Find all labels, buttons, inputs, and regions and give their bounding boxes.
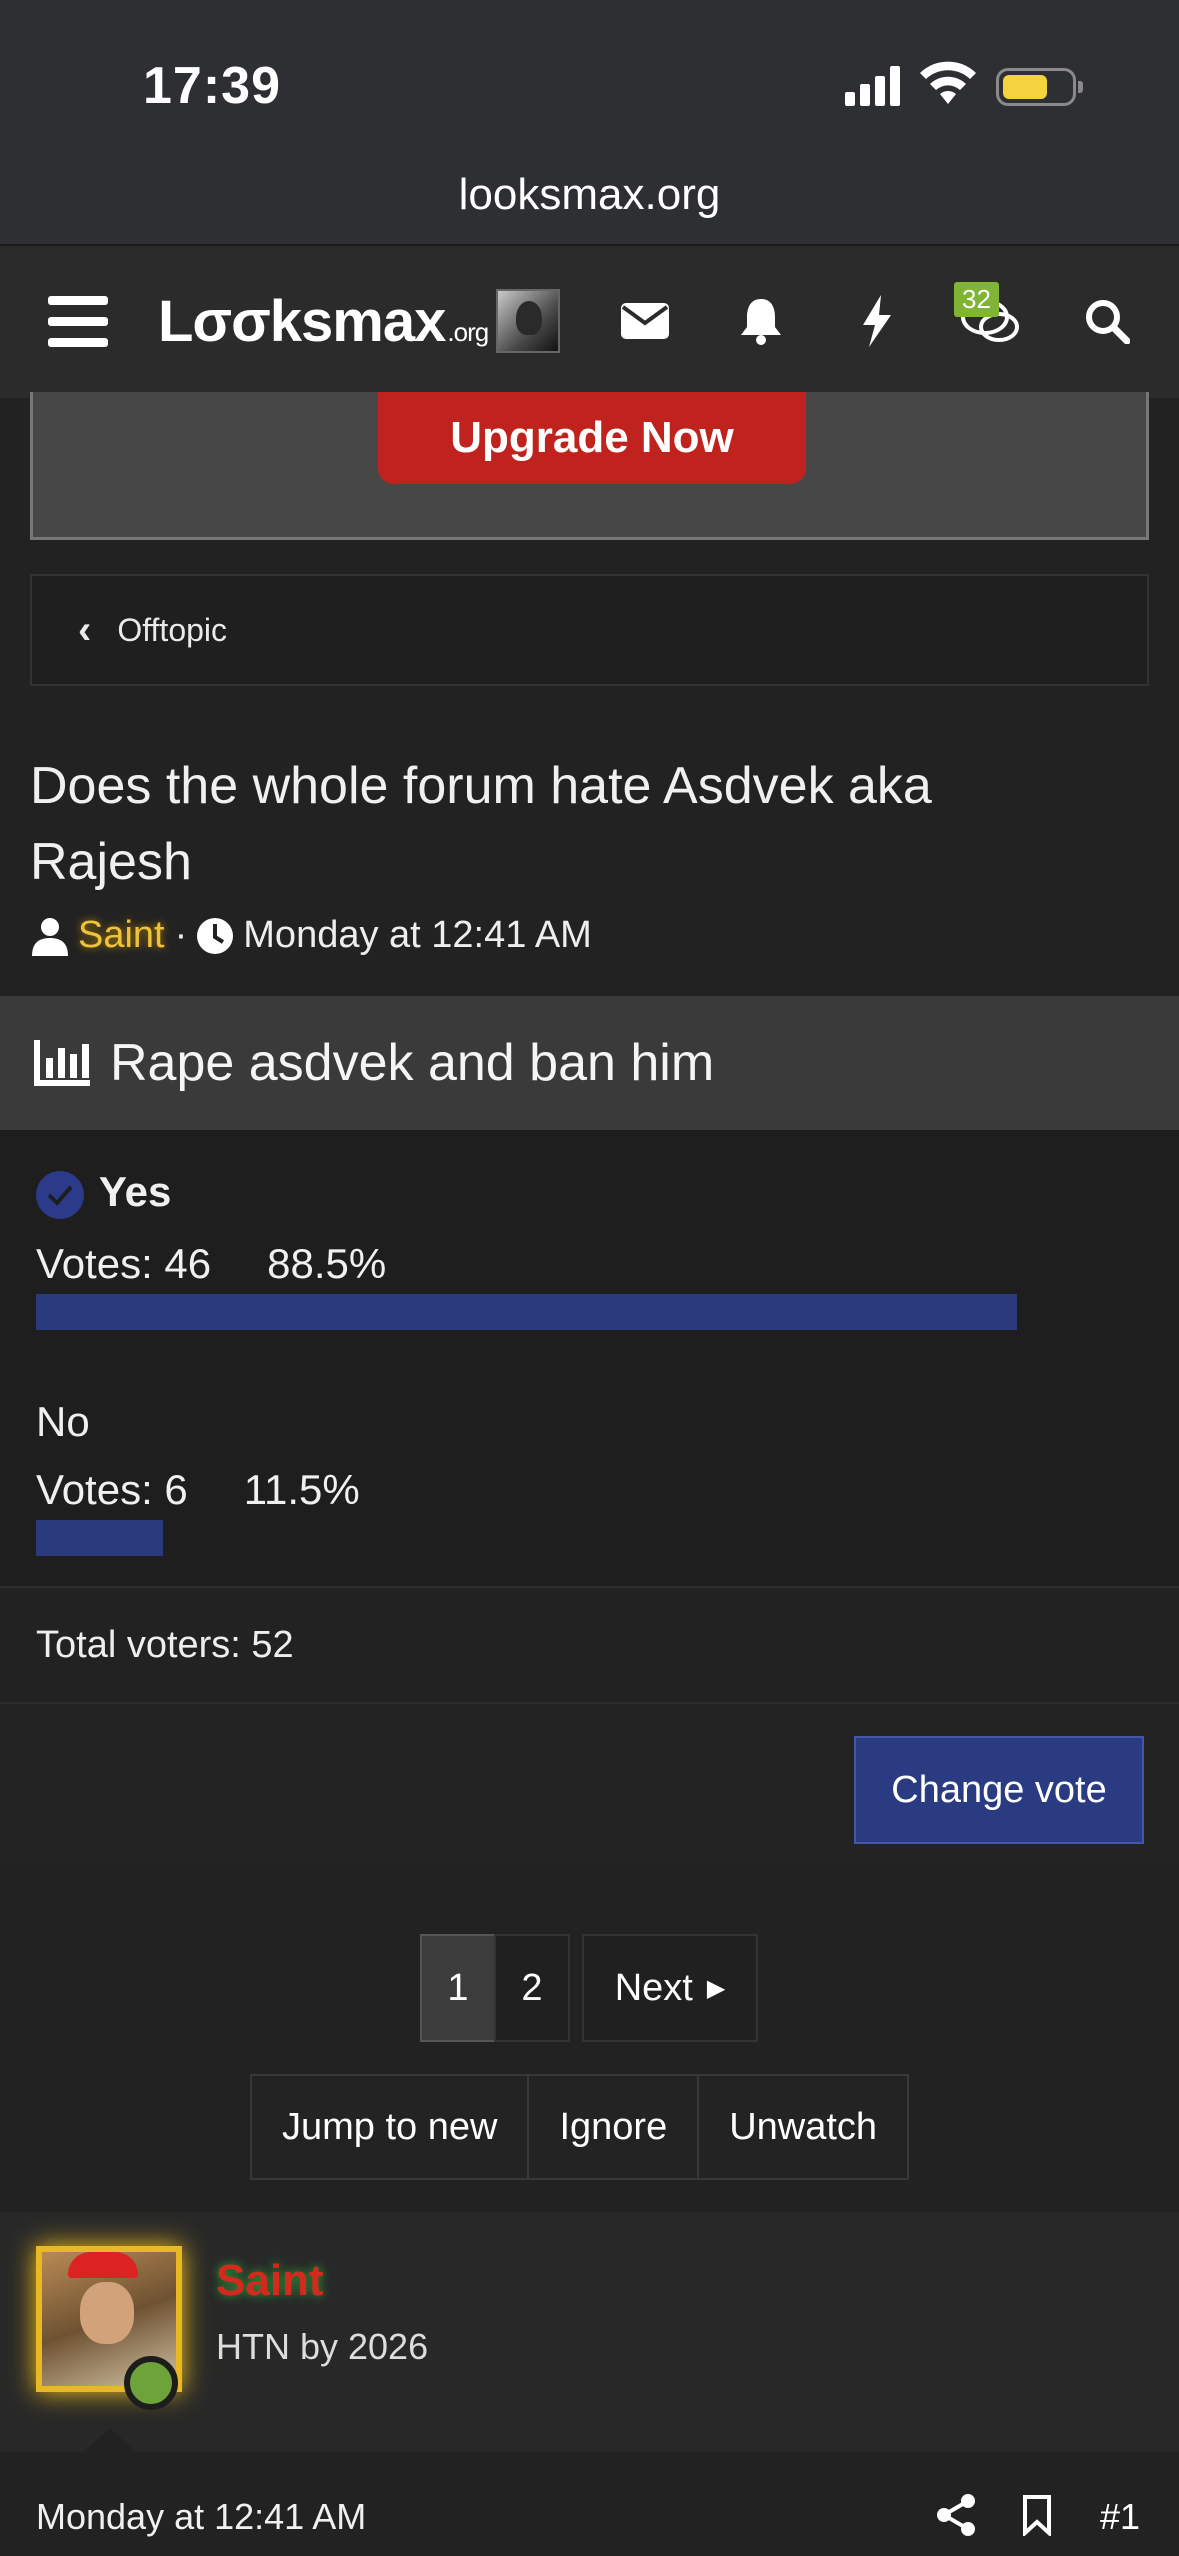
share-icon[interactable] <box>936 2494 976 2536</box>
envelope-icon[interactable] <box>610 286 680 356</box>
poll-question: Rape asdvek and ban him <box>110 1034 715 1092</box>
browser-url[interactable]: looksmax.org <box>0 170 1179 220</box>
menu-icon[interactable] <box>48 296 108 348</box>
wifi-icon <box>920 61 976 104</box>
caret-right-icon: ▶ <box>706 1974 726 2002</box>
divider <box>0 1586 1179 1588</box>
poll-choice-no: No <box>36 1398 90 1445</box>
online-status-icon <box>124 2356 178 2410</box>
page-2-button[interactable]: 2 <box>494 1934 570 2042</box>
post-date[interactable]: Monday at 12:41 AM <box>36 2496 366 2538</box>
check-icon <box>36 1170 84 1219</box>
bar-chart-icon <box>34 1040 90 1086</box>
meta-separator: · <box>174 914 188 956</box>
bell-icon[interactable] <box>726 286 796 356</box>
status-time: 17:39 <box>143 57 281 115</box>
total-voters: Total voters: 52 <box>36 1624 294 1666</box>
user-avatar[interactable] <box>496 289 560 353</box>
poll-bar-no <box>36 1520 163 1556</box>
thread-date[interactable]: Monday at 12:41 AM <box>243 914 592 957</box>
breadcrumb-label[interactable]: Offtopic <box>117 612 227 649</box>
clock-icon <box>197 917 234 954</box>
chevron-left-icon: ‹ <box>78 607 92 652</box>
poll-votes-yes: Votes: 46 88.5% <box>36 1240 387 1287</box>
search-icon[interactable] <box>1072 286 1142 356</box>
conversations-badge: 32 <box>954 282 999 317</box>
lightning-icon[interactable] <box>842 286 912 356</box>
change-vote-button[interactable]: Change vote <box>854 1736 1144 1844</box>
unwatch-button[interactable]: Unwatch <box>699 2076 907 2178</box>
cellular-signal-icon <box>845 66 901 106</box>
poll-results <box>0 1130 1179 1586</box>
post-user-title: HTN by 2026 <box>216 2326 429 2367</box>
ios-status-area: 17:39 looksmax.org <box>0 0 1179 244</box>
post-username[interactable]: Saint <box>216 2256 324 2306</box>
site-header: Lσσksmax.org <box>0 244 1179 398</box>
next-page-button[interactable]: Next ▶ <box>582 1934 758 2042</box>
site-logo[interactable]: Lσσksmax.org <box>158 288 489 355</box>
thread-meta: Saint · Monday at 12:41 AM <box>30 914 592 957</box>
thread-actions: Jump to new Ignore Unwatch <box>250 2074 910 2180</box>
page-1-button[interactable]: 1 <box>420 1934 496 2042</box>
thread-title: Does the whole forum hate Asdvek aka Raj… <box>30 757 932 891</box>
bookmark-icon[interactable] <box>1022 2494 1052 2536</box>
thread-author[interactable]: Saint <box>78 914 165 957</box>
battery-icon <box>996 68 1083 106</box>
upgrade-now-button[interactable]: Upgrade Now <box>378 392 806 484</box>
poll-bar-yes <box>36 1294 1017 1330</box>
user-icon <box>32 917 68 956</box>
ignore-button[interactable]: Ignore <box>529 2076 700 2178</box>
arrow-indicator <box>84 2428 136 2452</box>
poll-choice-yes: Yes <box>36 1168 171 1219</box>
post-number-link[interactable]: #1 <box>1100 2496 1140 2538</box>
poll-header: Rape asdvek and ban him <box>0 996 1179 1130</box>
jump-to-new-button[interactable]: Jump to new <box>252 2076 530 2178</box>
breadcrumb[interactable]: ‹ Offtopic <box>30 574 1149 686</box>
poll-votes-no: Votes: 6 11.5% <box>36 1466 360 1513</box>
